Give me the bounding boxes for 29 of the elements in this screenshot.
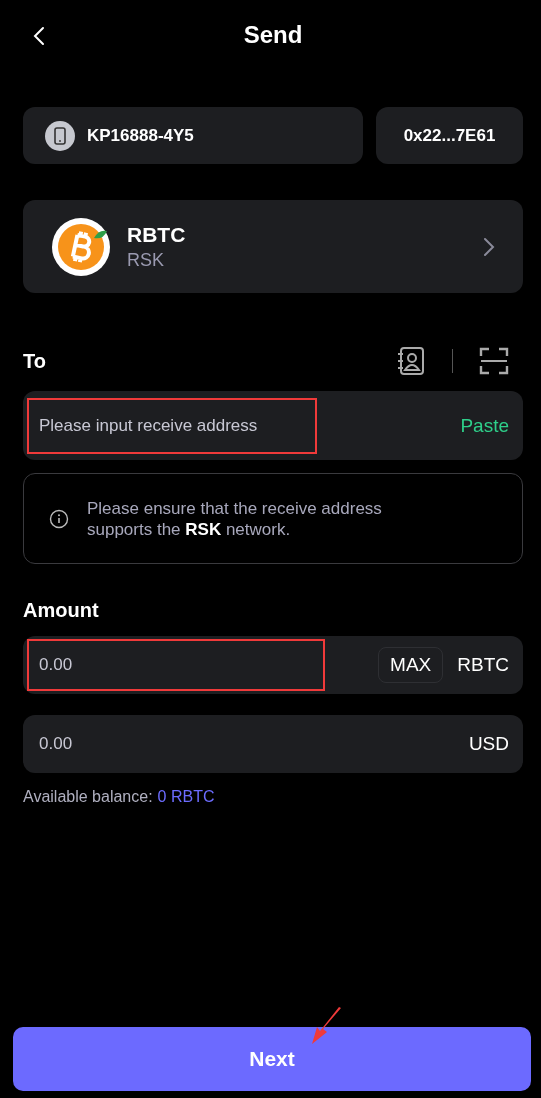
next-button[interactable]: Next xyxy=(13,1027,531,1091)
max-button[interactable]: MAX xyxy=(378,647,444,683)
paste-button[interactable]: Paste xyxy=(460,414,509,437)
address-input[interactable]: Please input receive address xyxy=(27,397,317,454)
info-icon xyxy=(49,508,69,529)
chevron-right-icon xyxy=(483,236,495,257)
address-selector[interactable]: 0x22...7E61 xyxy=(376,107,523,164)
token-network: RSK xyxy=(127,249,165,271)
unit-label: USD xyxy=(468,733,509,755)
address-field[interactable]: Please input receive address Paste xyxy=(23,391,523,460)
page-title: Send xyxy=(243,21,303,49)
amount-input[interactable]: 0.00 xyxy=(27,639,325,691)
token-selector[interactable]: RBTC RSK xyxy=(23,200,523,293)
balance-label: Available balance: xyxy=(23,788,153,806)
contact-book-icon[interactable] xyxy=(396,346,426,376)
scan-icon[interactable] xyxy=(479,347,509,375)
section-label: Amount xyxy=(23,598,99,622)
unit-label: RBTC xyxy=(457,654,509,676)
balance-value: 0 RBTC xyxy=(157,788,215,806)
notice-text: Please ensure that the receive address supports the RSK network. xyxy=(87,497,383,540)
token-symbol: RBTC xyxy=(127,222,187,247)
back-icon[interactable] xyxy=(33,26,45,46)
fiat-input[interactable]: 0.00 xyxy=(27,718,325,770)
fiat-field[interactable]: 0.00 USD xyxy=(23,715,523,773)
section-label: To xyxy=(23,349,46,373)
bitcoin-icon xyxy=(51,216,111,277)
device-selector[interactable]: KP16888-4Y5 xyxy=(23,107,363,164)
amount-field[interactable]: 0.00 MAX RBTC xyxy=(23,636,523,694)
phone-icon xyxy=(45,120,75,151)
